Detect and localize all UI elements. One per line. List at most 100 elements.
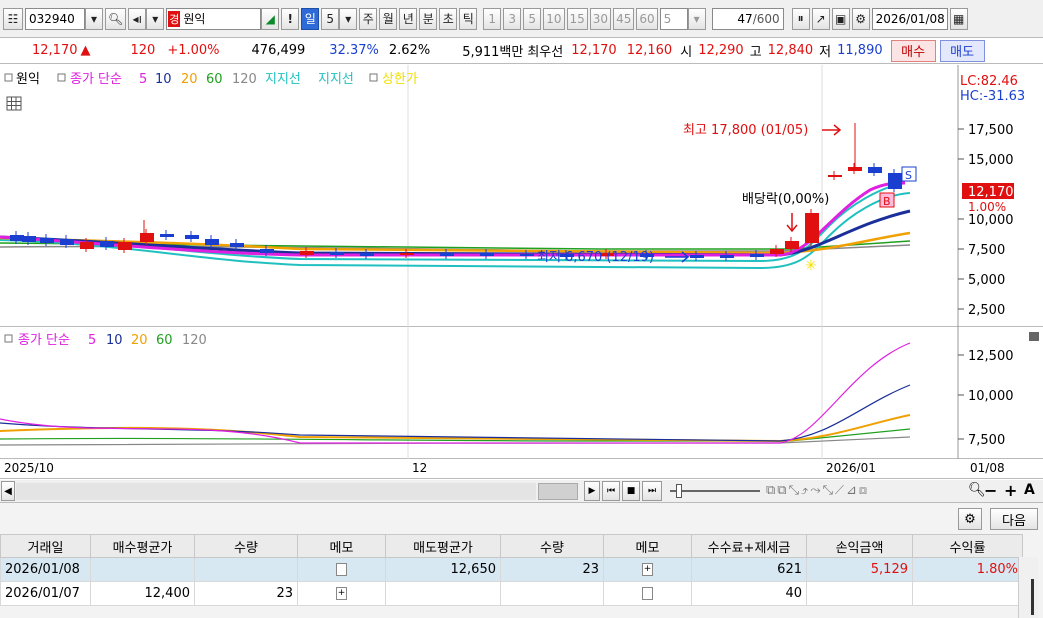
menu-icon[interactable]: ☷ bbox=[3, 7, 23, 30]
settings-gear-icon[interactable]: ⚙ bbox=[851, 7, 870, 30]
legend-support-1[interactable]: 지지선 bbox=[265, 72, 301, 87]
interval-10[interactable]: 10 bbox=[543, 7, 565, 30]
col-trade-date[interactable]: 거래일 bbox=[0, 534, 91, 558]
speaker-dropdown-icon[interactable]: ▾ bbox=[146, 7, 165, 30]
date-input[interactable]: 2026/01/08 bbox=[871, 7, 948, 30]
cell-buy-qty[interactable] bbox=[194, 557, 298, 582]
legend-upper-limit[interactable]: 상한가 bbox=[382, 72, 418, 87]
cell-return[interactable]: 1.80% bbox=[912, 557, 1023, 582]
stop-icon[interactable]: ■ bbox=[622, 481, 640, 501]
sub-legend-ma10[interactable]: 10 bbox=[106, 333, 123, 348]
period-count-dropdown-icon[interactable]: ▾ bbox=[339, 7, 358, 30]
legend-stock[interactable]: 원익 bbox=[16, 72, 40, 87]
stock-code-input[interactable]: 032940 bbox=[25, 7, 85, 30]
col-sell-avg[interactable]: 매도평균가 bbox=[385, 534, 501, 558]
tab-period-tick[interactable]: 틱 bbox=[459, 7, 478, 30]
grid-table-icon[interactable] bbox=[6, 96, 22, 111]
cell-pnl[interactable] bbox=[806, 581, 913, 606]
play-icon[interactable]: ▶ bbox=[584, 481, 600, 501]
interval-30[interactable]: 30 bbox=[589, 7, 612, 30]
interval-dropdown-icon[interactable]: ▾ bbox=[687, 7, 706, 30]
interval-60[interactable]: 60 bbox=[636, 7, 658, 30]
memo-empty-icon[interactable] bbox=[336, 563, 347, 576]
cell-buy-avg[interactable] bbox=[90, 557, 195, 582]
cell-sell-memo[interactable]: + bbox=[603, 557, 692, 582]
legend-ma10[interactable]: 10 bbox=[155, 72, 172, 87]
legend-ma-title[interactable]: 종가 단순 bbox=[70, 72, 122, 87]
search-icon[interactable]: 🔍︎ bbox=[105, 7, 127, 30]
interval-5[interactable]: 5 bbox=[523, 7, 542, 30]
zoom-out-icon[interactable]: − bbox=[984, 481, 997, 500]
col-pnl[interactable]: 손익금액 bbox=[806, 534, 913, 558]
price-chart[interactable]: 원익 종가 단순 5 10 20 60 120 지지선 지지선 상한가 LC:8… bbox=[0, 65, 1043, 327]
table-row[interactable]: 2026/01/08 12,650 23 + 621 5,129 1.80% bbox=[0, 557, 1023, 582]
cell-sell-qty[interactable] bbox=[500, 581, 604, 606]
ma-subchart-svg[interactable]: 종가 단순 5 10 20 60 120 12,500 10,000 7,500 bbox=[0, 327, 1043, 459]
interval-45[interactable]: 45 bbox=[613, 7, 635, 30]
tab-period-week[interactable]: 주 bbox=[359, 7, 378, 30]
sub-legend-ma5[interactable]: 5 bbox=[88, 333, 96, 348]
drawing-tools[interactable]: ⧉⧉⤡⤴⤳⤡⟋⊿⧈ bbox=[766, 483, 869, 501]
price-chart-svg[interactable]: 원익 종가 단순 5 10 20 60 120 지지선 지지선 상한가 LC:8… bbox=[0, 65, 1043, 327]
col-sell-qty[interactable]: 수량 bbox=[500, 534, 604, 558]
zoom-slider[interactable] bbox=[670, 490, 760, 492]
cell-sell-memo[interactable] bbox=[603, 581, 692, 606]
cell-sell-avg[interactable]: 12,650 bbox=[385, 557, 501, 582]
scroll-left-icon[interactable]: ◀ bbox=[1, 481, 15, 501]
vertical-scrollbar[interactable] bbox=[1018, 557, 1038, 618]
legend-ma20[interactable]: 20 bbox=[181, 72, 198, 87]
tab-period-year[interactable]: 년 bbox=[399, 7, 418, 30]
legend-support-2[interactable]: 지지선 bbox=[318, 72, 354, 87]
bar-count-input[interactable]: 47/600 bbox=[711, 7, 784, 30]
cell-buy-memo[interactable]: + bbox=[297, 581, 386, 606]
cell-return[interactable] bbox=[912, 581, 1023, 606]
sub-legend-title[interactable]: 종가 단순 bbox=[18, 333, 70, 348]
cell-buy-avg[interactable]: 12,400 bbox=[90, 581, 195, 606]
col-fee-tax[interactable]: 수수료+제세금 bbox=[691, 534, 807, 558]
col-buy-memo[interactable]: 메모 bbox=[297, 534, 386, 558]
ma-subchart[interactable]: 종가 단순 5 10 20 60 120 12,500 10,000 7,500 bbox=[0, 327, 1043, 459]
memo-empty-icon[interactable] bbox=[642, 587, 653, 600]
panel-settings-gear-icon[interactable]: ⚙ bbox=[958, 508, 982, 530]
font-size-icon[interactable]: A bbox=[1024, 482, 1035, 498]
buy-button[interactable]: 매수 bbox=[890, 39, 936, 62]
tab-period-minute[interactable]: 분 bbox=[419, 7, 438, 30]
tab-period-second[interactable]: 초 bbox=[439, 7, 458, 30]
maximize-icon[interactable] bbox=[1029, 332, 1039, 341]
interval-15[interactable]: 15 bbox=[566, 7, 588, 30]
scrollbar-track[interactable] bbox=[16, 483, 536, 500]
save-icon[interactable]: ▣ bbox=[831, 7, 850, 30]
col-buy-qty[interactable]: 수량 bbox=[194, 534, 298, 558]
fast-forward-icon[interactable]: ⏭ bbox=[642, 481, 662, 501]
legend-ma120[interactable]: 120 bbox=[232, 72, 257, 87]
legend-ma60[interactable]: 60 bbox=[206, 72, 223, 87]
table-row[interactable]: 2026/01/07 12,400 23 + 40 bbox=[0, 581, 1023, 606]
cell-sell-avg[interactable] bbox=[385, 581, 501, 606]
tab-period-day[interactable]: 일 bbox=[301, 7, 320, 30]
sub-legend-ma120[interactable]: 120 bbox=[182, 333, 207, 348]
cell-date[interactable]: 2026/01/08 bbox=[0, 557, 91, 582]
col-sell-memo[interactable]: 메모 bbox=[603, 534, 692, 558]
cell-date[interactable]: 2026/01/07 bbox=[0, 581, 91, 606]
vertical-scrollbar-thumb[interactable] bbox=[1031, 579, 1034, 615]
next-button[interactable]: 다음 bbox=[990, 508, 1038, 530]
code-dropdown-icon[interactable]: ▾ bbox=[85, 7, 103, 30]
zoom-in-icon[interactable]: + bbox=[1004, 481, 1017, 500]
interval-select[interactable]: 5 bbox=[659, 7, 688, 30]
cell-fee[interactable]: 40 bbox=[691, 581, 807, 606]
interval-3[interactable]: 3 bbox=[503, 7, 522, 30]
line-tool-icon[interactable]: ↗ bbox=[811, 7, 830, 30]
sub-legend-ma60[interactable]: 60 bbox=[156, 333, 173, 348]
cell-sell-qty[interactable]: 23 bbox=[500, 557, 604, 582]
col-buy-avg[interactable]: 매수평균가 bbox=[90, 534, 195, 558]
memo-add-icon[interactable]: + bbox=[336, 587, 347, 600]
tab-period-month[interactable]: 월 bbox=[379, 7, 398, 30]
stock-name-field[interactable]: 경 원익 bbox=[166, 7, 262, 30]
rewind-icon[interactable]: ⏮ bbox=[602, 481, 620, 501]
col-return[interactable]: 수익률 bbox=[912, 534, 1023, 558]
cell-fee[interactable]: 621 bbox=[691, 557, 807, 582]
legend-ma5[interactable]: 5 bbox=[139, 72, 147, 87]
compare-icon[interactable]: ⏸︎ bbox=[791, 7, 810, 30]
speaker-icon[interactable]: ◂ı bbox=[128, 7, 147, 30]
scrollbar-thumb[interactable] bbox=[538, 483, 578, 500]
